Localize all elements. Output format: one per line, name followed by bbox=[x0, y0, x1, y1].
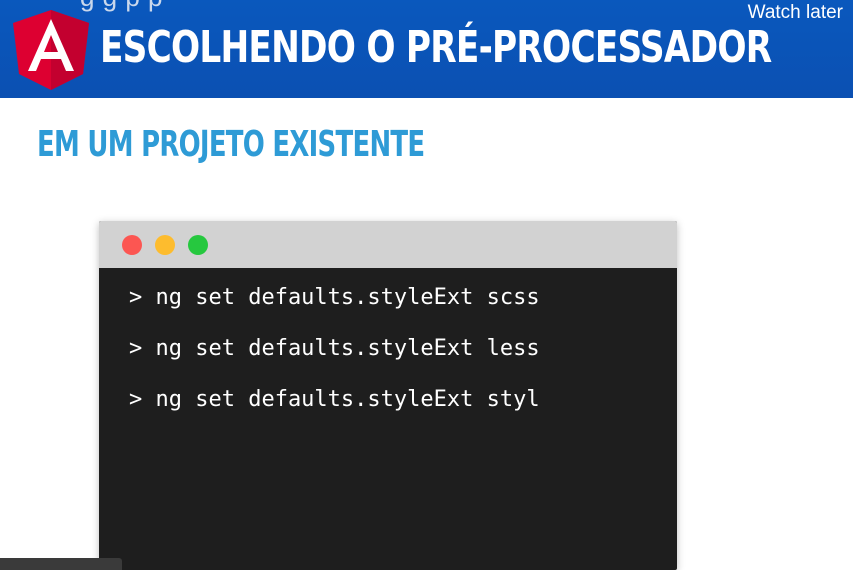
minimize-dot-icon bbox=[155, 235, 175, 255]
command-line: > ng set defaults.styleExt less bbox=[129, 336, 540, 361]
close-dot-icon bbox=[122, 235, 142, 255]
slide-title: ESCOLHENDO O PRÉ-PROCESSADOR bbox=[100, 22, 772, 73]
header-overflow-text: g g p p bbox=[80, 0, 163, 13]
watch-later-button[interactable]: Watch later bbox=[748, 2, 843, 24]
slide-header: g g p p ESCOLHENDO O PRÉ-PROCESSADOR Wat… bbox=[0, 0, 853, 98]
terminal-window: > ng set defaults.styleExt scss > ng set… bbox=[99, 221, 677, 570]
command-line: > ng set defaults.styleExt scss bbox=[129, 285, 540, 310]
slide: g g p p ESCOLHENDO O PRÉ-PROCESSADOR Wat… bbox=[0, 0, 853, 570]
terminal-body: > ng set defaults.styleExt scss > ng set… bbox=[99, 268, 677, 438]
section-subtitle: EM UM PROJETO EXISTENTE bbox=[37, 124, 425, 165]
angular-logo-icon bbox=[13, 10, 89, 90]
command-line: > ng set defaults.styleExt styl bbox=[129, 387, 540, 412]
terminal-title-bar bbox=[99, 221, 677, 268]
video-progress-strip[interactable] bbox=[0, 558, 122, 570]
maximize-dot-icon bbox=[188, 235, 208, 255]
